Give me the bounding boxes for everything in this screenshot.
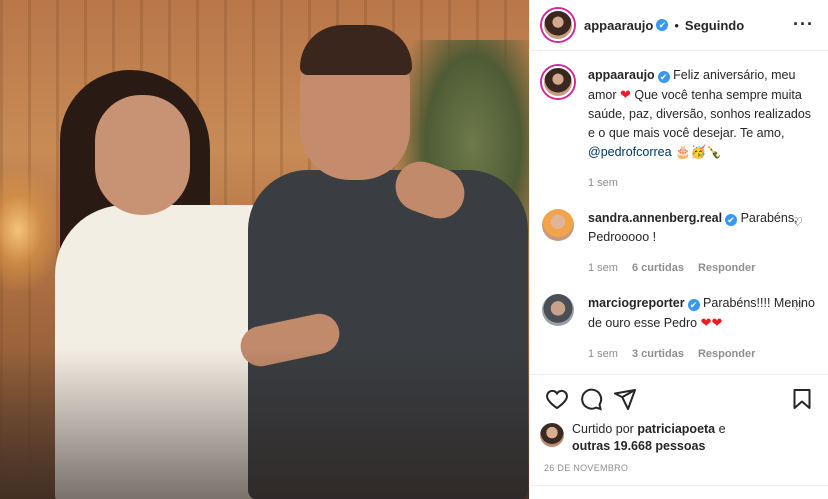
comments-list[interactable]: appaaraujo ✔ Feliz aniversário, meu amor … xyxy=(530,52,828,374)
small-heart-icon[interactable]: ♡ xyxy=(792,300,803,314)
following-button[interactable]: Seguindo xyxy=(685,18,744,33)
reply-button[interactable]: Responder xyxy=(698,259,755,278)
comment-time[interactable]: 1 sem xyxy=(588,345,618,364)
separator-dot: • xyxy=(674,17,679,33)
heart-emoji: ❤❤ xyxy=(700,315,723,330)
liker-avatar[interactable] xyxy=(540,423,564,447)
caption-avatar[interactable] xyxy=(542,66,574,98)
comment-meta: 1 sem 3 curtidas Responder xyxy=(588,345,817,364)
comment-username[interactable]: marciogreporter xyxy=(588,296,685,310)
verified-icon: ✔ xyxy=(657,71,670,83)
heart-icon[interactable] xyxy=(540,382,574,416)
verified-icon: ✔ xyxy=(687,299,700,311)
reply-button[interactable]: Responder xyxy=(698,345,755,364)
comment-avatar[interactable] xyxy=(542,294,574,326)
heart-emoji: ❤ xyxy=(619,87,631,102)
post-date[interactable]: 26 DE NOVEMBRO xyxy=(544,463,819,473)
action-bar xyxy=(540,381,819,417)
author-username[interactable]: appaaraujo xyxy=(584,18,653,33)
caption-mention-link[interactable]: @pedrofcorrea xyxy=(588,145,672,159)
bookmark-icon[interactable] xyxy=(785,382,819,416)
verified-icon: ✔ xyxy=(725,214,738,226)
comment-row: sandra.annenberg.real ✔ Parabéns, Pedrooo… xyxy=(542,209,817,278)
photo-woman-face xyxy=(95,95,190,215)
comment-icon[interactable] xyxy=(574,382,608,416)
author-avatar[interactable] xyxy=(542,9,574,41)
comment-likes[interactable]: 3 curtidas xyxy=(632,345,684,364)
caption-time[interactable]: 1 sem xyxy=(588,174,618,193)
likes-text: Curtido por patriciapoeta e outras 19.66… xyxy=(572,421,726,455)
caption-row: appaaraujo ✔ Feliz aniversário, meu amor … xyxy=(542,66,817,193)
post-side-panel: appaaraujo ✔ • Seguindo ··· appaaraujo ✔ … xyxy=(529,0,828,499)
caption-meta: 1 sem xyxy=(588,174,817,193)
share-icon[interactable] xyxy=(608,382,642,416)
more-icon[interactable]: ··· xyxy=(793,14,814,35)
comment-likes[interactable]: 6 curtidas xyxy=(632,259,684,278)
comment-avatar[interactable] xyxy=(542,209,574,241)
post-actions: Curtido por patriciapoeta e outras 19.66… xyxy=(530,374,828,473)
post-header: appaaraujo ✔ • Seguindo ··· xyxy=(530,0,828,51)
comment-body: sandra.annenberg.real ✔ Parabéns, Pedrooo… xyxy=(588,209,817,278)
photo-lamp xyxy=(0,170,60,290)
likes-suffix: e xyxy=(718,422,726,436)
likes-summary: Curtido por patriciapoeta e outras 19.66… xyxy=(540,421,819,455)
add-comment-area[interactable] xyxy=(530,485,828,499)
photo-floor xyxy=(0,349,529,499)
comment-body: marciogreporter ✔ Parabéns!!!! Menino de … xyxy=(588,294,817,364)
comment-time[interactable]: 1 sem xyxy=(588,259,618,278)
liker-username[interactable]: patriciapoeta xyxy=(637,422,715,436)
small-heart-icon[interactable]: ♡ xyxy=(792,215,803,229)
comment-username[interactable]: sandra.annenberg.real xyxy=(588,211,722,225)
post-photo[interactable] xyxy=(0,0,529,499)
caption-body: appaaraujo ✔ Feliz aniversário, meu amor … xyxy=(588,66,817,193)
caption-username[interactable]: appaaraujo xyxy=(588,68,655,82)
likes-others[interactable]: outras 19.668 pessoas xyxy=(572,439,705,453)
caption-emojis: 🎂🥳🍾 xyxy=(675,145,722,159)
likes-prefix: Curtido por xyxy=(572,422,634,436)
comment-meta: 1 sem 6 curtidas Responder xyxy=(588,259,817,278)
post-dialog: appaaraujo ✔ • Seguindo ··· appaaraujo ✔ … xyxy=(0,0,828,499)
comment-row: marciogreporter ✔ Parabéns!!!! Menino de … xyxy=(542,294,817,364)
verified-icon: ✔ xyxy=(656,19,669,31)
